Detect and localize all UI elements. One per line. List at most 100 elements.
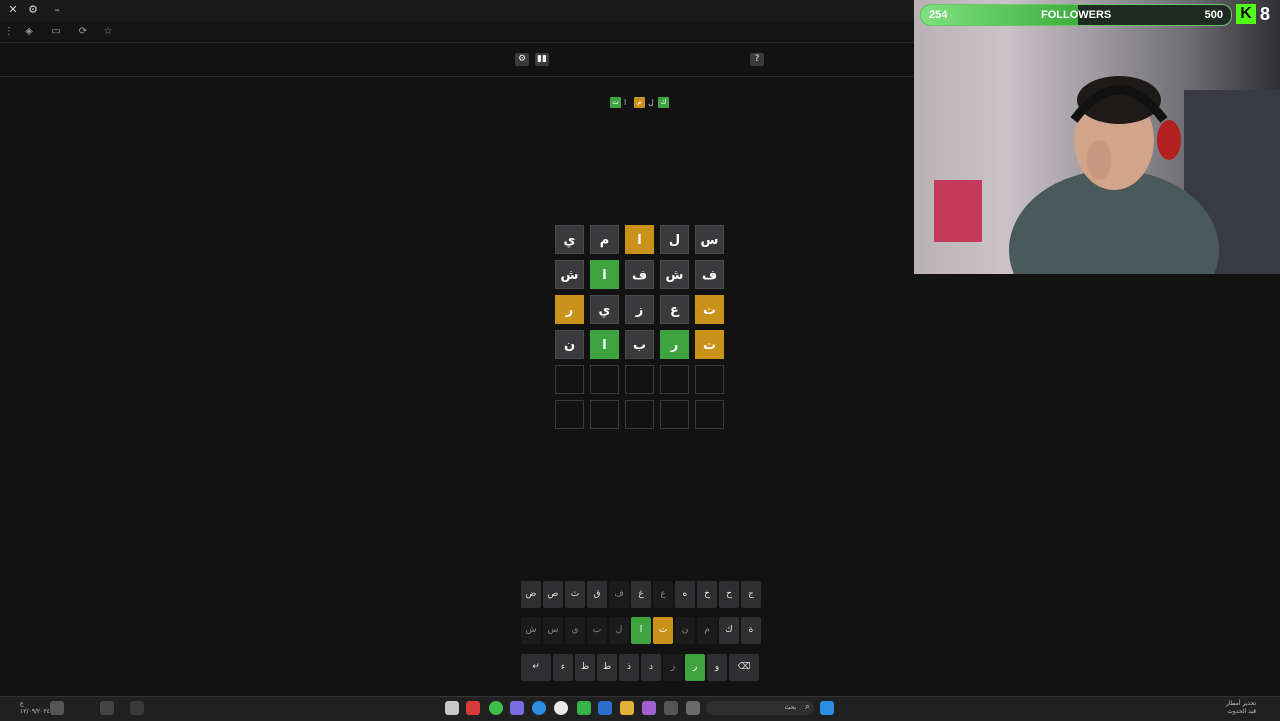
board-tile: ا: [590, 260, 619, 289]
board-tile: [660, 400, 689, 429]
minimize-icon[interactable]: –: [50, 3, 64, 17]
speaker-icon[interactable]: [50, 701, 64, 715]
logo-letter: ك: [658, 97, 669, 108]
followers-current: 254: [929, 9, 948, 21]
key-row2-8[interactable]: م: [697, 617, 717, 644]
board-tile: [625, 400, 654, 429]
start-windows-icon[interactable]: [820, 701, 834, 715]
key-row2-3[interactable]: ب: [587, 617, 607, 644]
key-row1-5[interactable]: غ: [631, 581, 651, 608]
spotify-icon[interactable]: [489, 701, 503, 715]
key-row2-2[interactable]: ي: [565, 617, 585, 644]
search-placeholder: بحث: [784, 704, 796, 711]
board-tile: [625, 365, 654, 394]
key-row1-7[interactable]: ه: [675, 581, 695, 608]
key-row1-1[interactable]: ص: [543, 581, 563, 608]
close-icon[interactable]: ✕: [6, 3, 20, 17]
key-row3-5[interactable]: د: [641, 654, 661, 681]
key-row2-4[interactable]: ل: [609, 617, 629, 644]
store-icon[interactable]: [598, 701, 612, 715]
settings-icon[interactable]: ⚙: [26, 3, 40, 17]
task-view-icon[interactable]: [686, 701, 700, 715]
key-row3-9[interactable]: ⌫: [729, 654, 759, 681]
board-tile: ل: [660, 225, 689, 254]
key-row1-8[interactable]: خ: [697, 581, 717, 608]
key-row3-2[interactable]: ظ: [575, 654, 595, 681]
key-row2-10[interactable]: ة: [741, 617, 761, 644]
logo-letter: ل: [648, 98, 654, 107]
followers-goal-bar: 254 FOLLOWERS 500: [920, 4, 1232, 26]
folder-icon[interactable]: [620, 701, 634, 715]
board-tile: ز: [625, 295, 654, 324]
board-tile: [695, 365, 724, 394]
key-row1-10[interactable]: ج: [741, 581, 761, 608]
logo-letter: ت: [610, 97, 621, 108]
key-row3-7[interactable]: ر: [685, 654, 705, 681]
key-row2-9[interactable]: ك: [719, 617, 739, 644]
logo-letter: ا: [624, 98, 627, 107]
steam-icon[interactable]: [445, 701, 459, 715]
board-tile: ر: [660, 330, 689, 359]
chevron-up-icon[interactable]: [130, 701, 144, 715]
board-tile: [660, 365, 689, 394]
search-box[interactable]: بحث ⌕: [706, 701, 814, 715]
key-row2-6[interactable]: ت: [653, 617, 673, 644]
search-icon: ⌕: [804, 702, 810, 712]
app-red-icon[interactable]: [466, 701, 480, 715]
terminal-icon[interactable]: [664, 701, 678, 715]
shield-icon[interactable]: ◈: [22, 25, 36, 39]
poster-shape: [934, 180, 982, 242]
board-tile: [695, 400, 724, 429]
mic-icon[interactable]: [100, 701, 114, 715]
followers-goal: 500: [1204, 9, 1223, 21]
key-row1-0[interactable]: ض: [521, 581, 541, 608]
board-tile: ا: [625, 225, 654, 254]
board-tile: ف: [695, 260, 724, 289]
board-tile: [590, 365, 619, 394]
edge-icon[interactable]: [532, 701, 546, 715]
key-row3-4[interactable]: ذ: [619, 654, 639, 681]
board-tile: [555, 400, 584, 429]
board-tile: ع: [660, 295, 689, 324]
key-row2-7[interactable]: ن: [675, 617, 695, 644]
board-tile: ت: [695, 295, 724, 324]
key-row1-6[interactable]: ع: [653, 581, 673, 608]
headset-cup-shape: [1157, 120, 1181, 160]
key-row3-0[interactable]: ↵: [521, 654, 551, 681]
board-tile: ف: [625, 260, 654, 289]
game-header: ⚙ ▮▮ تاملك ?: [0, 44, 914, 108]
key-row2-5[interactable]: ا: [631, 617, 651, 644]
reader-icon[interactable]: ▭: [49, 25, 63, 39]
taskbar-date: ١٢/٠٩/٢٠٢٤: [20, 708, 50, 715]
app-purple-icon[interactable]: [642, 701, 656, 715]
xbox-icon[interactable]: [577, 701, 591, 715]
board-tile: [590, 400, 619, 429]
key-row3-3[interactable]: ط: [597, 654, 617, 681]
board-tile: ت: [695, 330, 724, 359]
hand-shape: [1087, 140, 1111, 180]
menu-dots-icon[interactable]: ⋮: [2, 25, 16, 39]
key-row2-0[interactable]: ش: [521, 617, 541, 644]
key-row2-1[interactable]: س: [543, 617, 563, 644]
taskbar-language[interactable]: ع: [20, 700, 24, 708]
key-row3-6[interactable]: ز: [663, 654, 683, 681]
discord-icon[interactable]: [510, 701, 524, 715]
logo-letter: م: [634, 97, 645, 108]
webcam-image: [934, 76, 1280, 274]
key-row1-4[interactable]: ف: [609, 581, 629, 608]
help-button[interactable]: ?: [750, 53, 764, 66]
board-tile: ش: [660, 260, 689, 289]
key-row3-1[interactable]: ء: [553, 654, 573, 681]
key-row1-2[interactable]: ث: [565, 581, 585, 608]
key-row3-8[interactable]: و: [707, 654, 727, 681]
stats-button[interactable]: ▮▮: [535, 53, 549, 66]
weather-text-1: تحذير أمطار: [1225, 700, 1256, 707]
key-row1-3[interactable]: ق: [587, 581, 607, 608]
settings-button[interactable]: ⚙: [515, 53, 529, 66]
star-icon[interactable]: ☆: [101, 25, 115, 39]
chrome-icon[interactable]: [554, 701, 568, 715]
board-tile: ي: [555, 225, 584, 254]
board-tile: ي: [590, 295, 619, 324]
key-row1-9[interactable]: ح: [719, 581, 739, 608]
refresh-icon[interactable]: ⟳: [76, 25, 90, 39]
